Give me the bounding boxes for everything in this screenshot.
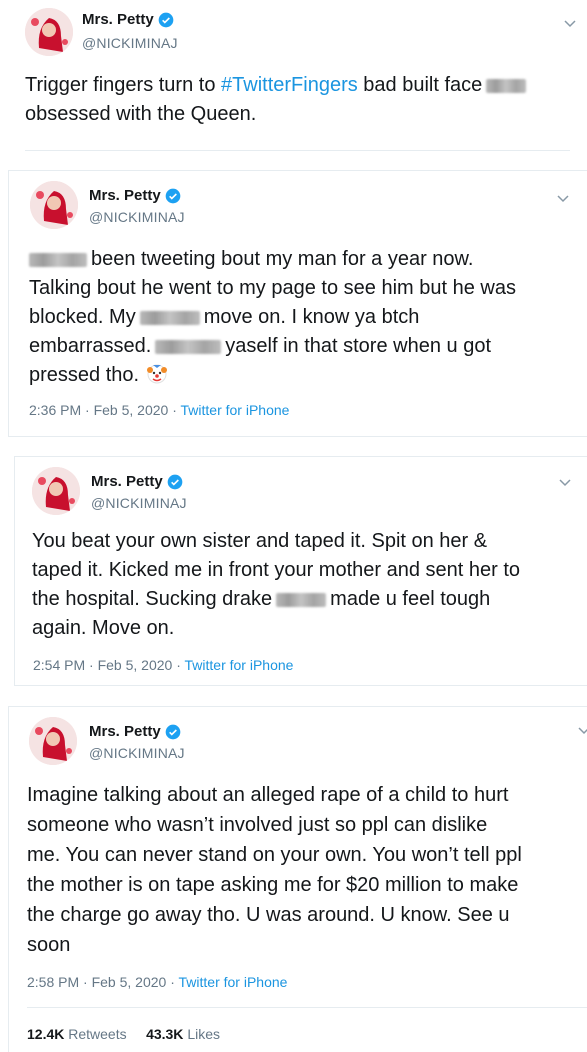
source-link[interactable]: Twitter for iPhone (181, 402, 290, 418)
display-name[interactable]: Mrs. Petty (91, 473, 163, 490)
tweet-text: Trigger fingers turn to #TwitterFingers … (25, 71, 585, 129)
chevron-down-icon[interactable] (563, 16, 577, 30)
tweet-timestamp[interactable]: 2:36 PM · Feb 5, 2020 · Twitter for iPho… (29, 402, 289, 418)
censored-word (29, 252, 87, 267)
tweet-1: Mrs. Petty @NICKIMINAJ Trigger fingers t… (0, 0, 587, 160)
display-name[interactable]: Mrs. Petty (89, 187, 161, 204)
tweet-4: Mrs. Petty @NICKIMINAJ Imagine talking a… (8, 706, 587, 1052)
tweet-2: Mrs. Petty @NICKIMINAJ been tweeting bou… (8, 170, 587, 437)
handle[interactable]: @NICKIMINAJ (91, 495, 187, 511)
tweet-3: Mrs. Petty @NICKIMINAJ You beat your own… (14, 456, 587, 686)
tweet-text: Imagine talking about an alleged rape of… (27, 784, 522, 956)
avatar[interactable] (30, 181, 78, 229)
chevron-down-icon[interactable] (556, 191, 570, 205)
handle[interactable]: @NICKIMINAJ (89, 209, 185, 225)
avatar[interactable] (25, 8, 73, 56)
tweet-text: been tweeting bout my man for a year now… (29, 248, 516, 386)
display-name[interactable]: Mrs. Petty (89, 723, 161, 740)
clown-face-icon (146, 364, 167, 384)
censored-word (155, 339, 222, 354)
tweet-text: You beat your own sister and taped it. S… (32, 530, 521, 639)
tweet-timestamp[interactable]: 2:58 PM · Feb 5, 2020 · Twitter for iPho… (27, 974, 287, 990)
verified-badge-icon (165, 188, 181, 203)
display-name[interactable]: Mrs. Petty (82, 11, 154, 28)
divider (25, 150, 570, 151)
retweets-stat[interactable]: 12.4K Retweets (27, 1026, 127, 1042)
likes-stat[interactable]: 43.3K Likes (146, 1026, 220, 1042)
source-link[interactable]: Twitter for iPhone (185, 657, 294, 673)
verified-badge-icon (167, 474, 183, 489)
handle[interactable]: @NICKIMINAJ (89, 745, 185, 761)
verified-badge-icon (158, 12, 174, 27)
avatar[interactable] (32, 467, 80, 515)
divider (27, 1007, 587, 1008)
tweet-timestamp[interactable]: 2:54 PM · Feb 5, 2020 · Twitter for iPho… (33, 657, 293, 673)
verified-badge-icon (165, 724, 181, 739)
engagement-stats: 12.4K Retweets 43.3K Likes (27, 1026, 220, 1042)
hashtag-link[interactable]: #TwitterFingers (221, 74, 358, 96)
censored-word (139, 310, 200, 325)
source-link[interactable]: Twitter for iPhone (179, 974, 288, 990)
censored-word (276, 592, 327, 607)
avatar[interactable] (29, 717, 77, 765)
handle[interactable]: @NICKIMINAJ (82, 35, 178, 51)
chevron-down-icon[interactable] (577, 723, 587, 737)
chevron-down-icon[interactable] (558, 475, 572, 489)
censored-word (486, 78, 527, 93)
